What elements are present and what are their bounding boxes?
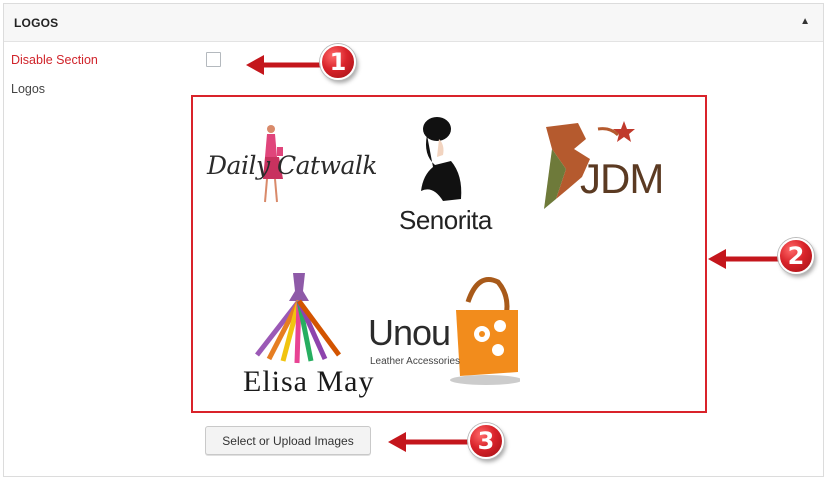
callout-3: 3 [388, 419, 518, 465]
callout-2: 2 [708, 236, 822, 282]
triangle-up-icon[interactable]: ▲ [800, 16, 810, 27]
callout-badge-3: 3 [468, 423, 504, 459]
woman-silhouette-icon [421, 117, 462, 201]
logo-unou-tagline: Leather Accessories [370, 356, 461, 367]
disable-section-checkbox[interactable] [206, 52, 221, 67]
logo-gallery[interactable]: Daily Catwalk Senorita JDM Elisa May Uno… [191, 95, 707, 413]
logo-unou-text: Unou [368, 312, 451, 353]
logos-label: Logos [11, 82, 46, 96]
logo-daily-catwalk[interactable]: Daily Catwalk [207, 117, 378, 212]
dress-icon [255, 273, 342, 364]
logo-elisa-may-text: Elisa May [243, 365, 375, 398]
callout-number: 3 [477, 427, 495, 455]
select-upload-images-button[interactable]: Select or Upload Images [205, 426, 371, 455]
callout-number: 1 [329, 48, 347, 76]
left-arrow-icon [246, 55, 324, 75]
logo-jdm[interactable]: JDM [538, 119, 678, 214]
left-arrow-icon [708, 249, 786, 269]
logo-daily-catwalk-text: Daily Catwalk [207, 151, 378, 180]
logo-elisa-may[interactable]: Elisa May [243, 269, 373, 399]
logo-senorita[interactable]: Senorita [393, 115, 493, 235]
logo-jdm-text: JDM [580, 155, 664, 202]
disable-section-label: Disable Section [11, 53, 98, 67]
callout-1: 1 [246, 42, 366, 88]
logo-senorita-text: Senorita [399, 205, 492, 235]
callout-badge-1: 1 [320, 44, 356, 80]
section-header[interactable]: LOGOS ▲ [4, 4, 823, 42]
callout-badge-2: 2 [778, 238, 814, 274]
logo-unou[interactable]: Unou Leather Accessories [368, 272, 520, 387]
section-title: LOGOS [14, 16, 59, 30]
left-arrow-icon [388, 432, 474, 452]
callout-number: 2 [787, 242, 805, 270]
